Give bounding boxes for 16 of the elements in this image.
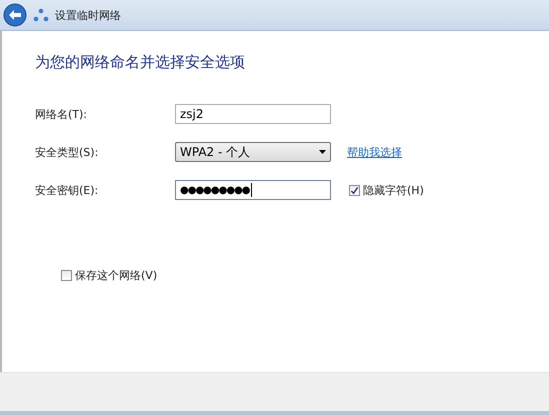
password-field[interactable]: ●●●●●●●●● <box>175 180 331 200</box>
checkbox-label: 隐藏字符(H) <box>363 182 424 198</box>
security-type-dropdown[interactable]: WPA2 - 个人 <box>175 142 331 162</box>
field-label: 安全密钥(E): <box>35 182 100 198</box>
checkbox-label: 保存这个网络(V) <box>75 268 158 283</box>
help-link[interactable]: 帮助我选择 <box>347 144 402 160</box>
page-heading: 为您的网络命名并选择安全选项 <box>35 53 246 72</box>
caret-icon <box>319 150 326 154</box>
checkbox[interactable] <box>349 184 360 196</box>
window-title: 设置临时网络 <box>55 8 121 22</box>
checkbox[interactable] <box>61 270 72 281</box>
field-label: 安全类型(S): <box>35 144 100 160</box>
back-button[interactable] <box>3 3 27 27</box>
network-icon <box>33 8 49 22</box>
field-label: 网络名(T): <box>35 106 88 122</box>
input-field[interactable]: zsj2 <box>175 104 331 124</box>
